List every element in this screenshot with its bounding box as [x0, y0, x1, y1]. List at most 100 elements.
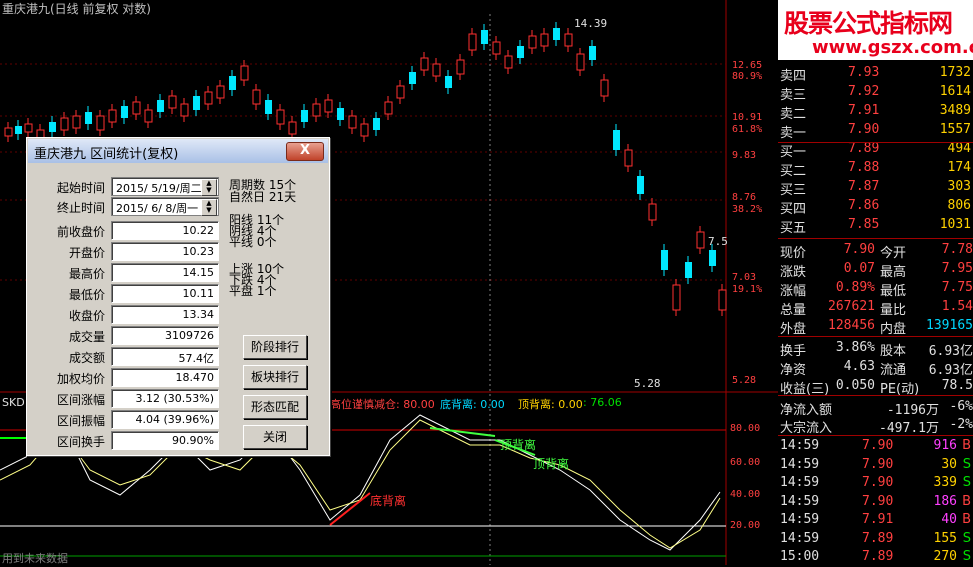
- start-time-label: 起始时间: [56, 181, 105, 195]
- tick-price: 7.91: [862, 512, 894, 527]
- candle-body: [96, 115, 105, 131]
- quote-label: 涨幅: [780, 284, 807, 299]
- quote-value: 7.78: [941, 242, 973, 257]
- candle-body: [661, 250, 668, 270]
- candle-body: [373, 118, 380, 130]
- quote-value: 6.93亿: [928, 363, 973, 378]
- order-volume: 3489: [939, 103, 971, 118]
- quote-row: 现价 7.90 今开 7.78: [778, 241, 973, 261]
- annotation-top-divergence: 顶背离: [533, 457, 570, 471]
- quote-label: 涨跌: [780, 265, 807, 280]
- tick-volume: 339: [933, 475, 957, 490]
- tick-time: 14:59: [780, 456, 820, 472]
- stage-rank-button[interactable]: 阶段排行: [243, 335, 307, 359]
- candle-body: [204, 91, 213, 105]
- candle-body: [517, 46, 524, 58]
- order-book-row: 买三 7.87 303: [778, 178, 973, 198]
- order-label: 买五: [780, 221, 807, 236]
- tick-price: 7.90: [862, 438, 894, 453]
- dialog-row-value: 10.22: [182, 224, 215, 237]
- axis-tick: 12.65: [732, 60, 763, 71]
- close-icon[interactable]: X: [286, 142, 324, 161]
- quote-value: 6.93亿: [928, 344, 973, 359]
- tick-time: 14:59: [780, 438, 820, 453]
- date-spinner-icon[interactable]: ▲ ▼: [201, 179, 217, 196]
- quote-panel: 股票公式指标网 www.gszx.com.cn 卖四 7.93 1732 卖三 …: [778, 0, 973, 565]
- date-spinner-icon[interactable]: ▲ ▼: [201, 199, 217, 216]
- candle-body: [15, 126, 22, 134]
- close-button[interactable]: 关闭: [243, 425, 307, 449]
- order-volume: 1557: [939, 122, 971, 137]
- candle-body: [348, 115, 357, 129]
- candle-body: [108, 109, 117, 123]
- dialog-row-label: 加权均价: [56, 372, 105, 386]
- tick-volume: 40: [941, 512, 957, 527]
- order-label: 卖四: [780, 69, 807, 84]
- tick-side: S: [962, 475, 971, 490]
- axis-tick: 10.91: [732, 112, 763, 123]
- candle-body: [72, 115, 81, 129]
- quote-row: 净资 4.63 流通 6.93亿: [778, 358, 973, 378]
- candle-body: [24, 123, 33, 133]
- order-price: 7.90: [848, 122, 880, 137]
- order-book-row: 卖四 7.93 1732: [778, 64, 973, 84]
- axis-tick: 7.03: [732, 272, 757, 283]
- tick-price: 7.89: [862, 530, 894, 546]
- dialog-row-value: 3.12 (30.53%): [135, 392, 214, 405]
- dialog-row-field: 10.11: [111, 284, 219, 303]
- dialog-titlebar[interactable]: 重庆港九 区间统计(复权) X: [28, 139, 328, 163]
- candle-body: [49, 122, 56, 132]
- candle-body: [360, 123, 369, 137]
- quote-label: 净资: [780, 363, 807, 378]
- quote-value: 0.050: [835, 378, 875, 393]
- dialog-row-field: 3109726: [111, 326, 219, 345]
- start-date-picker[interactable]: 2015/ 5/19/周二 ▲ ▼: [111, 177, 219, 196]
- dialog-row-label: 区间振幅: [56, 414, 105, 428]
- candle-body: [432, 63, 441, 77]
- order-volume: 494: [947, 141, 971, 156]
- order-volume: 806: [947, 198, 971, 213]
- quote-value: 4.63: [843, 359, 875, 374]
- flow-row: 大宗流入 -497.1万 -2%: [778, 416, 973, 436]
- axis-tick: 20.00: [730, 520, 761, 531]
- candle-body: [180, 103, 189, 117]
- flow-row: 净流入额 -1196万 -6%: [778, 398, 973, 418]
- pattern-match-button[interactable]: 形态匹配: [243, 395, 307, 419]
- axis-tick: 8.76: [732, 192, 757, 203]
- dialog-row-field: 4.04 (39.96%): [111, 410, 219, 429]
- flow-value: -497.1万: [879, 421, 939, 436]
- tick-side: S: [962, 530, 971, 546]
- tick-volume: 155: [933, 530, 957, 546]
- tick-time: 14:59: [780, 512, 820, 527]
- candle-body: [613, 130, 620, 150]
- interval-stats-dialog[interactable]: 重庆港九 区间统计(复权) X 起始时间 2015/ 5/19/周二 ▲ ▼ 终止…: [26, 137, 330, 456]
- dialog-row-field: 10.22: [111, 221, 219, 240]
- candle-body: [420, 57, 429, 71]
- quote-row: 涨幅 0.89% 最低 7.75: [778, 279, 973, 299]
- flow-percent: -2%: [949, 417, 973, 432]
- dialog-row-label: 前收盘价: [56, 225, 105, 239]
- order-price: 7.91: [848, 103, 880, 118]
- quote-value: 0.89%: [835, 280, 875, 295]
- divider: [778, 336, 973, 337]
- axis-tick: 38.2%: [732, 204, 763, 215]
- order-price: 7.88: [848, 160, 880, 175]
- divider: [778, 238, 973, 239]
- tick-time: 14:59: [780, 493, 820, 509]
- end-date-picker[interactable]: 2015/ 6/ 8/周一 ▲ ▼: [111, 197, 219, 216]
- candle-body: [60, 117, 69, 131]
- sector-rank-button[interactable]: 板块排行: [243, 365, 307, 389]
- axis-tick: 60.00: [730, 457, 761, 468]
- order-volume: 174: [947, 160, 971, 175]
- candle-body: [216, 85, 225, 99]
- order-label: 卖三: [780, 88, 807, 103]
- dialog-row-value: 18.470: [175, 371, 215, 384]
- dialog-row-value: 10.11: [182, 287, 215, 300]
- order-price: 7.89: [848, 141, 880, 156]
- end-date-value: 2015/ 6/ 8/周一: [116, 202, 199, 215]
- dialog-row-field: 14.15: [111, 263, 219, 282]
- order-price: 7.87: [848, 179, 880, 194]
- order-label: 买一: [780, 145, 807, 160]
- candle-body: [4, 127, 13, 137]
- mid-price-label: 7.5: [708, 235, 728, 248]
